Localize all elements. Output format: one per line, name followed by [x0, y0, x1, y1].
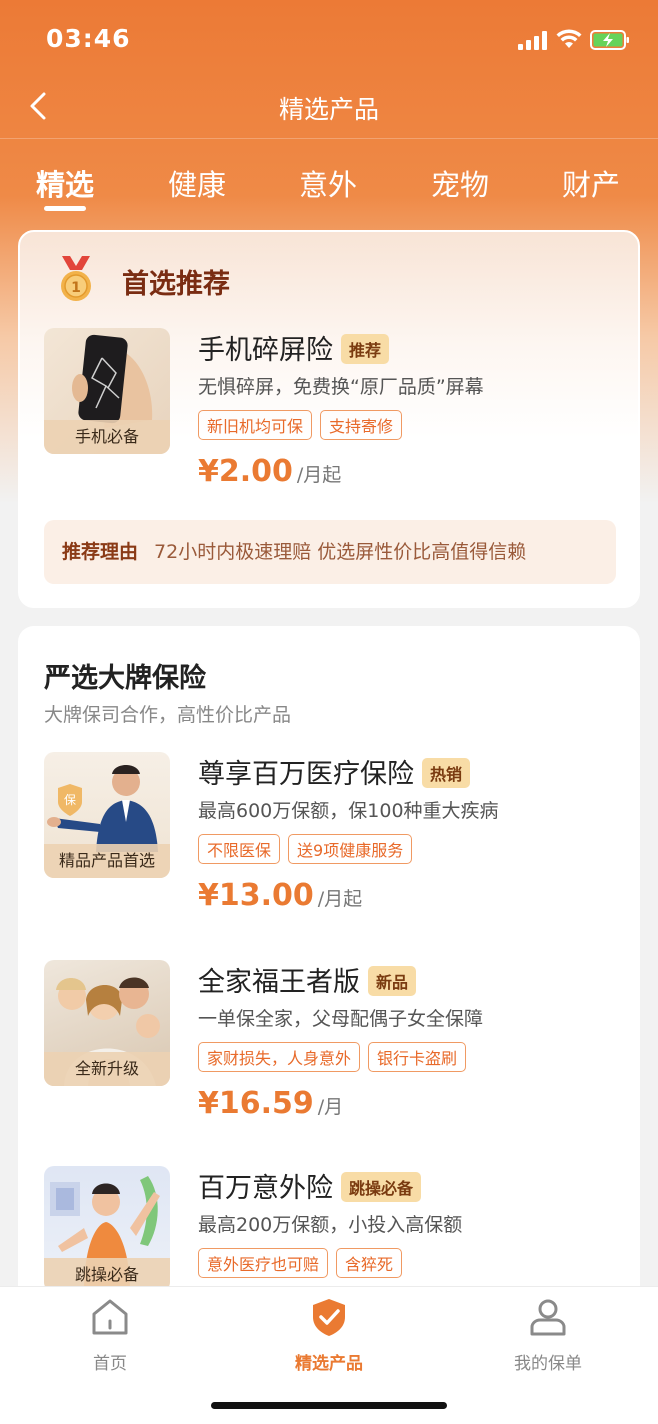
reason-text: 72小时内极速理赔 优选屏性价比高值得信赖: [154, 541, 527, 563]
product-desc: 最高600万保额，保100种重大疾病: [198, 800, 499, 822]
product-title: 手机碎屏险 推荐: [198, 328, 390, 367]
product-name: 尊享百万医疗保险: [198, 759, 414, 790]
product-title: 全家福王者版 新品: [198, 960, 417, 999]
product-tags: 不限医保 送9项健康服务: [198, 834, 420, 864]
product-tag: 含猝死: [336, 1248, 403, 1278]
product-tags: 家财损失，人身意外 银行卡盗刷: [198, 1042, 474, 1072]
product-item[interactable]: 手机必备 手机碎屏险 推荐 无惧碎屏，免费换“原厂品质”屏幕 新旧机均可保 支持寄修…: [44, 328, 616, 498]
price-unit: /月起: [296, 464, 342, 486]
product-price: ¥13.00/月起: [198, 878, 362, 913]
tabbar-label: 精选产品: [295, 1354, 363, 1374]
thumb-label: 全新升级: [44, 1052, 170, 1086]
price-value: ¥16.59: [198, 1086, 314, 1121]
battery-charging-icon: [590, 30, 629, 50]
home-indicator: [211, 1402, 447, 1409]
tabbar-label: 首页: [93, 1354, 127, 1374]
svg-text:保: 保: [64, 793, 76, 807]
medal-icon: 1: [61, 256, 91, 301]
signal-icon: [518, 30, 550, 50]
product-tag: 不限医保: [198, 834, 281, 864]
product-desc: 最高200万保额，小投入高保额: [198, 1214, 463, 1236]
product-tag: 银行卡盗刷: [368, 1042, 467, 1072]
product-badge: 跳操必备: [341, 1171, 422, 1202]
brand-card: 严选大牌保险 大牌保司合作，高性价比产品 保 精品产品首选 尊享百万医疗保险 热销…: [18, 626, 640, 1326]
product-tags: 意外医疗也可赔 含猝死: [198, 1248, 410, 1278]
nav-divider: [0, 138, 658, 139]
active-tab-indicator: [44, 206, 86, 211]
section-subtitle: 大牌保司合作，高性价比产品: [44, 704, 292, 726]
tab-featured[interactable]: 精选: [15, 162, 115, 204]
recommend-title: 首选推荐: [122, 269, 230, 300]
product-image: 保 精品产品首选: [44, 752, 170, 878]
product-name: 手机碎屏险: [198, 335, 333, 366]
product-name: 百万意外险: [198, 1173, 333, 1204]
product-title: 尊享百万医疗保险 热销: [198, 752, 471, 791]
recommend-card: 1 首选推荐 手机必备 手机碎屏险 推荐 无惧碎屏，免费换“原厂品质”屏幕 新旧机…: [18, 230, 640, 608]
product-tag: 新旧机均可保: [198, 410, 313, 440]
page-title: 精选产品: [278, 95, 379, 124]
tab-pet[interactable]: 宠物: [410, 162, 510, 204]
price-unit: /月起: [317, 888, 363, 910]
product-title: 百万意外险 跳操必备: [198, 1166, 422, 1205]
tabbar-products[interactable]: 精选产品: [249, 1297, 409, 1374]
product-tag: 意外医疗也可赔: [198, 1248, 329, 1278]
price-value: ¥2.00: [198, 454, 293, 489]
svg-text:1: 1: [71, 280, 81, 296]
product-price: ¥2.00/月起: [198, 454, 341, 489]
product-image: 全新升级: [44, 960, 170, 1086]
product-tag: 支持寄修: [320, 410, 403, 440]
product-tags: 新旧机均可保 支持寄修: [198, 410, 410, 440]
home-icon: [92, 1299, 128, 1335]
status-bar: 03:46: [0, 0, 658, 80]
product-image: 手机必备: [44, 328, 170, 454]
reason-label: 推荐理由: [62, 541, 139, 563]
product-desc: 无惧碎屏，免费换“原厂品质”屏幕: [198, 376, 484, 398]
tabbar-home[interactable]: 首页: [30, 1297, 190, 1374]
nav-bar: 精选产品: [0, 80, 658, 138]
product-price: ¥16.59/月: [198, 1086, 343, 1121]
wifi-icon: [556, 29, 582, 48]
tab-property[interactable]: 财产: [541, 162, 641, 204]
tabbar-label: 我的保单: [514, 1354, 582, 1374]
tab-health[interactable]: 健康: [147, 162, 247, 204]
shield-check-icon: [313, 1299, 345, 1336]
product-badge: 新品: [368, 965, 417, 996]
product-image: 跳操必备: [44, 1166, 170, 1292]
tabbar-my-policies[interactable]: 我的保单: [468, 1297, 628, 1374]
product-item[interactable]: 保 精品产品首选 尊享百万医疗保险 热销 最高600万保额，保100种重大疾病 不…: [44, 752, 616, 922]
thumb-label: 精品产品首选: [44, 844, 170, 878]
section-title: 严选大牌保险: [44, 663, 206, 694]
product-name: 全家福王者版: [198, 967, 360, 998]
product-tag: 家财损失，人身意外: [198, 1042, 361, 1072]
recommend-reason: 推荐理由 72小时内极速理赔 优选屏性价比高值得信赖: [44, 520, 616, 584]
status-time: 03:46: [46, 24, 131, 53]
tab-accident[interactable]: 意外: [278, 162, 378, 204]
product-badge: 热销: [422, 757, 471, 788]
product-tag: 送9项健康服务: [288, 834, 413, 864]
product-item[interactable]: 全新升级 全家福王者版 新品 一单保全家，父母配偶子女全保障 家财损失，人身意外银…: [44, 960, 616, 1130]
price-unit: /月: [317, 1096, 344, 1118]
category-tabs: 精选 健康 意外 宠物 财产: [0, 150, 658, 220]
product-badge: 推荐: [341, 333, 390, 364]
thumb-label: 手机必备: [44, 420, 170, 454]
user-icon: [530, 1299, 566, 1336]
price-value: ¥13.00: [198, 878, 314, 913]
product-desc: 一单保全家，父母配偶子女全保障: [198, 1008, 484, 1030]
